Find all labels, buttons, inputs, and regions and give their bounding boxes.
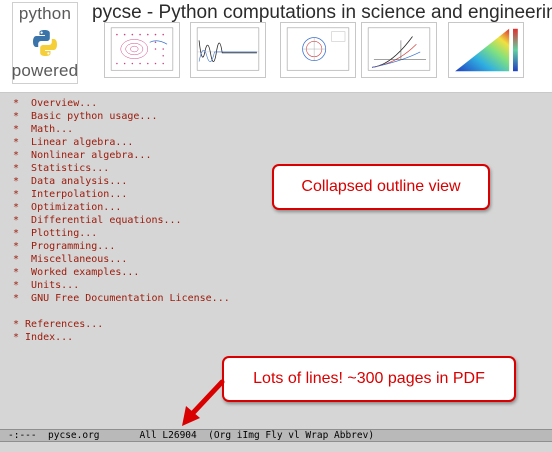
outline-heading-basic-python-usage[interactable]: * Basic python usage... — [13, 110, 230, 123]
outline-heading-units[interactable]: * Units... — [13, 279, 230, 292]
outline-heading-plotting[interactable]: * Plotting... — [13, 227, 230, 240]
python-logo-icon — [33, 29, 57, 56]
circle-contour-image — [286, 27, 350, 71]
logo-text-python: python — [18, 4, 72, 23]
lines-count-callout: Lots of lines! ~300 pages in PDF — [222, 356, 516, 402]
red-arrow-icon — [182, 379, 225, 426]
logo-text-powered: powered — [11, 61, 79, 80]
outline-heading-math[interactable]: * Math... — [13, 123, 230, 136]
org-outline: * Overview... * Basic python usage... * … — [13, 97, 230, 344]
outline-heading-data-analysis[interactable]: * Data analysis... — [13, 175, 230, 188]
colored-triangle-image — [455, 28, 518, 72]
curves-plot-image — [367, 27, 431, 71]
outline-heading-nonlinear-algebra[interactable]: * Nonlinear algebra... — [13, 149, 230, 162]
outline-heading-statistics[interactable]: * Statistics... — [13, 162, 230, 175]
outline-heading-gnu-fdl[interactable]: * GNU Free Documentation License... — [13, 292, 230, 305]
oscillation-plot-image — [196, 27, 260, 71]
outline-heading-overview[interactable]: * Overview... — [13, 97, 230, 110]
lines-count-callout-text: Lots of lines! ~300 pages in PDF — [224, 358, 514, 400]
circle-contour-thumbnail — [280, 22, 356, 78]
python-powered-logo: python powered — [12, 2, 78, 84]
colored-triangle-thumbnail — [448, 22, 524, 78]
outline-heading-references[interactable]: * References... — [13, 318, 230, 331]
outline-heading-miscellaneous[interactable]: * Miscellaneous... — [13, 253, 230, 266]
curves-plot-thumbnail — [361, 22, 437, 78]
outline-heading-differential-equations[interactable]: * Differential equations... — [13, 214, 230, 227]
outline-heading-interpolation[interactable]: * Interpolation... — [13, 188, 230, 201]
outline-heading-programming[interactable]: * Programming... — [13, 240, 230, 253]
header-banner: python powered pycse - Python computatio… — [0, 0, 552, 93]
outline-spacer — [13, 305, 230, 318]
outline-heading-linear-algebra[interactable]: * Linear algebra... — [13, 136, 230, 149]
minibuffer[interactable] — [0, 442, 552, 452]
oscillation-plot-thumbnail — [190, 22, 266, 78]
outline-heading-worked-examples[interactable]: * Worked examples... — [13, 266, 230, 279]
outline-heading-optimization[interactable]: * Optimization... — [13, 201, 230, 214]
collapsed-outline-callout: Collapsed outline view — [272, 164, 490, 210]
phase-portrait-image — [110, 27, 174, 71]
emacs-mode-line: -:--- pycse.org All L26904 (Org iImg Fly… — [0, 429, 552, 442]
phase-portrait-thumbnail — [104, 22, 180, 78]
outline-heading-index[interactable]: * Index... — [13, 331, 230, 344]
collapsed-outline-callout-text: Collapsed outline view — [274, 166, 488, 208]
